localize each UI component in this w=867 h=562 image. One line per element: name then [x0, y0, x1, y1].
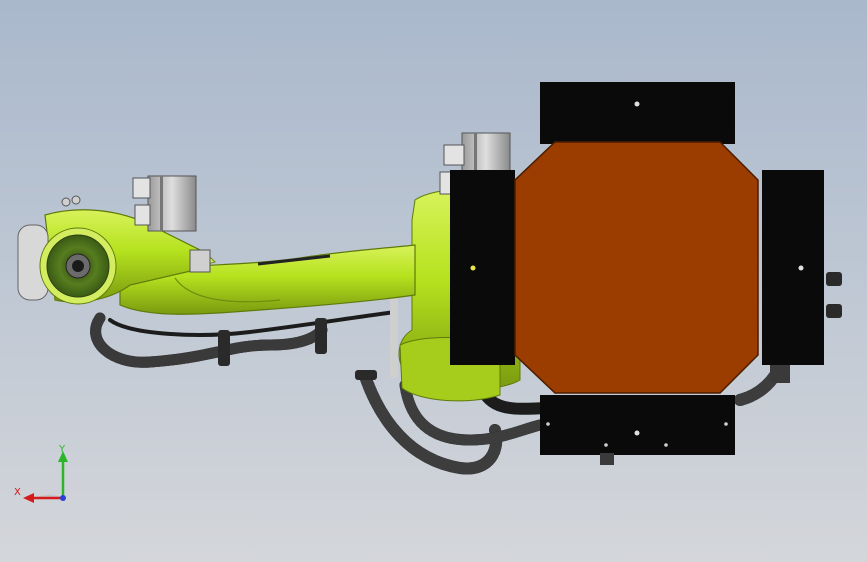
- servo-motor-wrist: [132, 175, 197, 232]
- z-axis-dot: [60, 495, 66, 501]
- y-axis-label: Y: [58, 444, 66, 455]
- model-canvas: [17, 82, 842, 475]
- coordinate-triad: Y X: [14, 444, 68, 503]
- cad-viewport[interactable]: Y X: [0, 0, 867, 562]
- wrist-flange: [17, 224, 117, 305]
- x-axis-label: X: [14, 487, 21, 498]
